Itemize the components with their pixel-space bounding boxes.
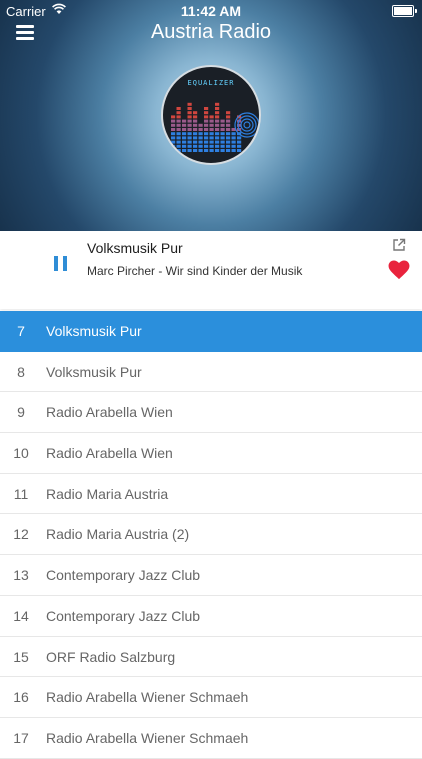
battery-icon bbox=[392, 5, 417, 17]
station-name: Volksmusik Pur bbox=[46, 363, 142, 380]
station-number: 10 bbox=[13, 445, 29, 462]
station-number: 14 bbox=[13, 607, 29, 624]
station-name: Radio Arabella Wien bbox=[46, 445, 173, 462]
station-number: 13 bbox=[13, 567, 29, 584]
station-name: Radio Arabella Wien bbox=[46, 404, 173, 421]
station-name: Radio Maria Austria (2) bbox=[46, 526, 190, 543]
station-number: 17 bbox=[13, 729, 29, 746]
station-row[interactable]: 15 ORF Radio Salzburg bbox=[0, 636, 422, 678]
station-row[interactable]: 10 Radio Arabella Wien bbox=[0, 433, 422, 474]
station-number: 12 bbox=[13, 526, 29, 543]
station-number: 9 bbox=[17, 404, 25, 421]
station-row[interactable]: 11 Radio Maria Austria bbox=[0, 473, 422, 515]
station-logo: EQUALIZER bbox=[161, 65, 261, 165]
station-row[interactable]: 12 Radio Maria Austria (2) bbox=[0, 514, 422, 556]
share-external-icon[interactable] bbox=[392, 238, 406, 252]
station-number: 16 bbox=[13, 689, 29, 706]
station-number: 11 bbox=[13, 485, 29, 502]
station-name: Radio Arabella Wiener Schmaeh bbox=[46, 729, 249, 746]
station-number: 8 bbox=[17, 363, 25, 380]
station-row[interactable]: 9 Radio Arabella Wien bbox=[0, 392, 422, 434]
station-row[interactable]: 8 Volksmusik Pur bbox=[0, 351, 422, 393]
station-row[interactable]: 14 Contemporary Jazz Club bbox=[0, 595, 422, 637]
pause-icon[interactable] bbox=[54, 256, 70, 273]
equalizer-graphic bbox=[171, 102, 259, 152]
station-name: Volksmusik Pur bbox=[46, 323, 142, 339]
station-name: ORF Radio Salzburg bbox=[46, 648, 176, 665]
station-name: Radio Arabella Wiener Schmaeh bbox=[46, 689, 249, 706]
station-list: 7 Volksmusik Pur 8 Volksmusik Pur 9 Radio Ara… bbox=[0, 311, 422, 759]
station-row[interactable]: 13 Contemporary Jazz Club bbox=[0, 555, 422, 596]
station-name: Contemporary Jazz Club bbox=[46, 607, 201, 624]
station-row[interactable]: 16 Radio Arabella Wiener Schmaeh bbox=[0, 677, 422, 718]
station-number: 7 bbox=[17, 323, 25, 339]
station-number: 15 bbox=[13, 648, 29, 665]
station-name: Contemporary Jazz Club bbox=[46, 567, 201, 584]
status-time: 11:42 AM bbox=[180, 3, 242, 19]
status-bar: Carrier 11:42 AM bbox=[0, 0, 422, 22]
app-title: Austria Radio bbox=[150, 21, 272, 43]
now-playing-track: Marc Pircher - Wir sind Kinder der Musik bbox=[87, 264, 303, 278]
station-row[interactable]: 17 Radio Arabella Wiener Schmaeh bbox=[0, 717, 422, 759]
header: Carrier 11:42 AM Austria Radio EQUALIZER bbox=[0, 0, 422, 231]
now-playing-station: Volksmusik Pur bbox=[87, 240, 183, 256]
station-name: Radio Maria Austria bbox=[46, 485, 169, 502]
station-row[interactable]: 7 Volksmusik Pur bbox=[0, 311, 422, 352]
heart-icon[interactable] bbox=[388, 260, 410, 280]
